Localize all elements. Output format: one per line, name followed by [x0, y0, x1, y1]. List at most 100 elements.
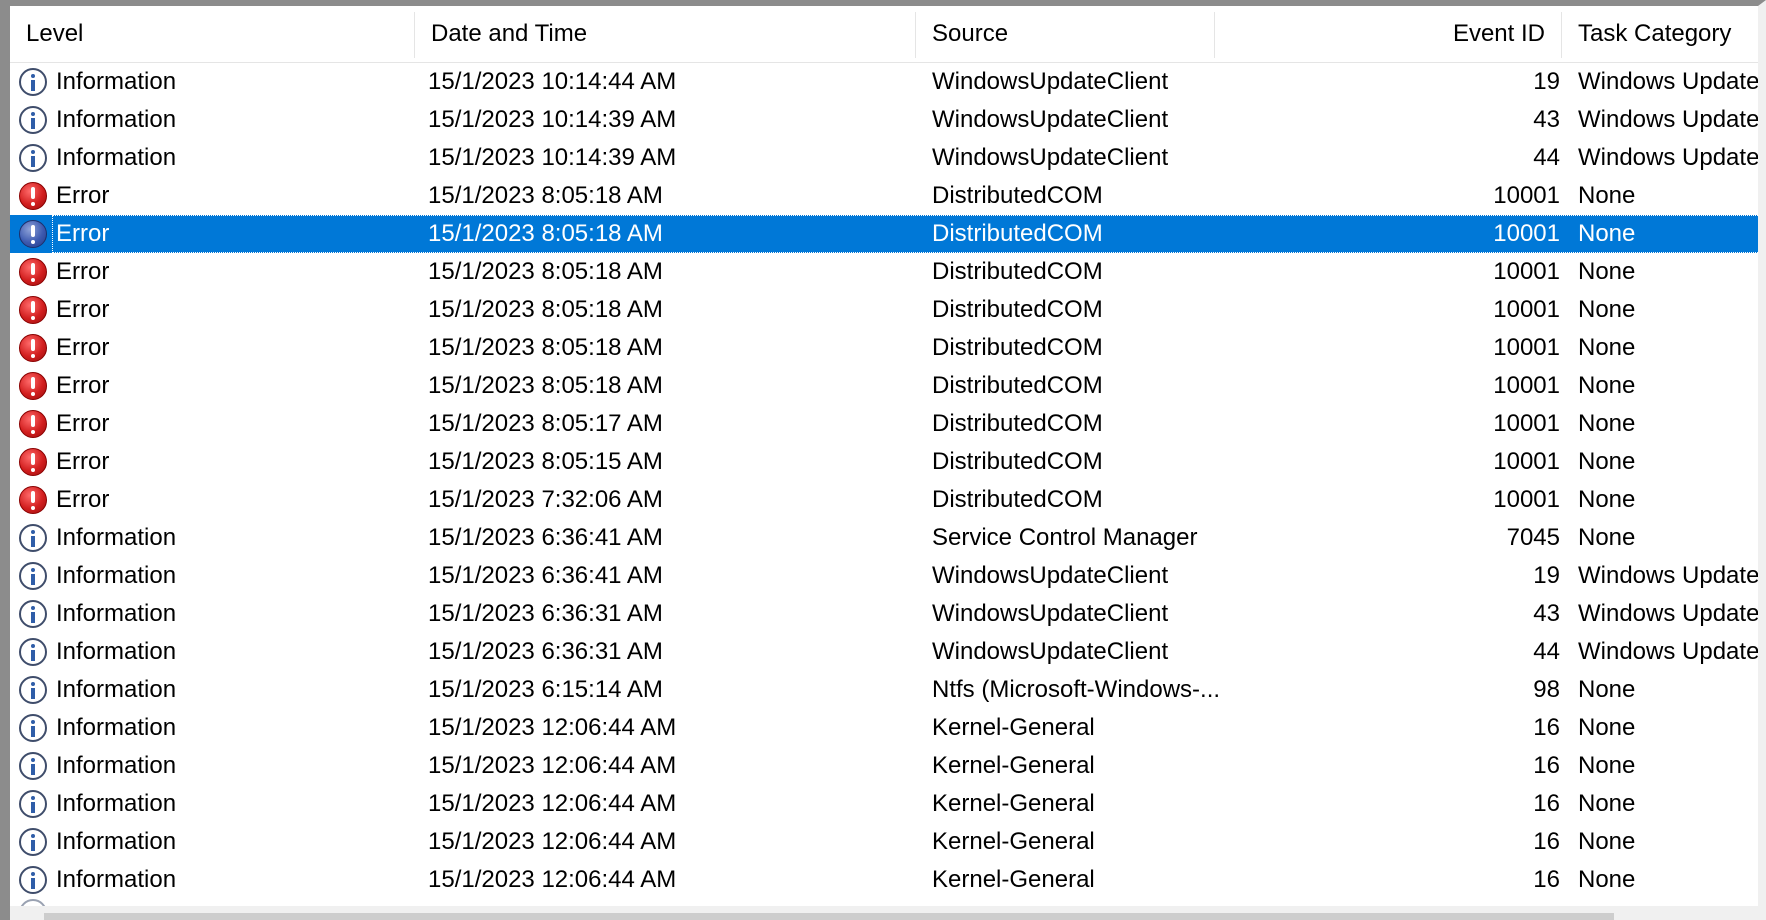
level-cell: Information — [56, 752, 177, 779]
table-row[interactable]: Information 15/1/2023 10:14:39 AM WindowsU… — [10, 139, 1758, 177]
task-category-cell: Windows Update — [1578, 638, 1760, 665]
source-cell: Ntfs (Microsoft-Windows-... — [932, 676, 1221, 703]
date-time-cell: 15/1/2023 10:14:39 AM — [428, 144, 677, 171]
date-time-cell: 15/1/2023 8:05:17 AM — [428, 410, 663, 437]
table-row[interactable]: Information 15/1/2023 10:14:39 AM WindowsU… — [10, 101, 1760, 139]
information-icon — [19, 524, 47, 552]
column-header-source[interactable]: Source — [916, 6, 1214, 62]
date-time-cell: 15/1/2023 6:36:41 AM — [428, 562, 663, 589]
date-time-cell: 15/1/2023 8:05:18 AM — [428, 296, 663, 323]
column-header-date[interactable]: Date and Time — [415, 6, 915, 62]
horizontal-scrollbar[interactable] — [10, 906, 1758, 920]
table-row[interactable]: Information 15/1/2023 6:15:14 AM Ntfs (Mic… — [10, 671, 1758, 709]
error-icon — [19, 220, 47, 248]
event-id-cell: 10001 — [1493, 410, 1560, 437]
source-cell: DistributedCOM — [932, 410, 1103, 437]
table-row[interactable]: Error 15/1/2023 8:05:18 AM DistributedCOM 1… — [10, 367, 1758, 405]
source-cell: DistributedCOM — [932, 296, 1103, 323]
source-cell: WindowsUpdateClient — [932, 68, 1169, 95]
table-row[interactable]: Error 15/1/2023 8:05:18 AM DistributedCOM 1… — [10, 329, 1758, 367]
error-icon — [19, 182, 47, 210]
table-row[interactable]: Information 15/1/2023 12:06:44 AM Kernel-G… — [10, 785, 1758, 823]
level-cell: Information — [56, 714, 177, 741]
error-icon — [19, 372, 47, 400]
information-icon — [19, 68, 47, 96]
date-time-cell: 15/1/2023 8:05:18 AM — [428, 220, 663, 247]
date-time-cell: 15/1/2023 6:15:14 AM — [428, 676, 663, 703]
error-icon — [19, 448, 47, 476]
event-id-cell: 16 — [1533, 866, 1560, 893]
source-cell: DistributedCOM — [932, 182, 1103, 209]
event-id-cell: 19 — [1533, 68, 1560, 95]
column-header-task-category[interactable]: Task Category — [1562, 6, 1758, 62]
event-id-cell: 43 — [1533, 600, 1560, 627]
event-id-cell: 16 — [1533, 790, 1560, 817]
date-time-cell: 15/1/2023 12:06:44 AM — [428, 790, 677, 817]
error-icon — [19, 486, 47, 514]
information-icon — [19, 676, 47, 704]
date-time-cell: 15/1/2023 8:05:15 AM — [428, 448, 663, 475]
task-category-cell: None — [1578, 714, 1636, 741]
table-row[interactable]: Error 15/1/2023 8:05:15 AM DistributedCOM 1… — [10, 443, 1758, 481]
table-row[interactable]: Information 15/1/2023 6:36:41 AM WindowsUp… — [10, 557, 1760, 595]
level-cell: Error — [56, 182, 110, 209]
table-row[interactable]: Error 15/1/2023 8:05:18 AM DistributedCOM 1… — [10, 253, 1758, 291]
source-cell: WindowsUpdateClient — [932, 638, 1169, 665]
table-row[interactable]: Information 15/1/2023 6:36:41 AM Service C… — [10, 519, 1758, 557]
error-icon — [19, 296, 47, 324]
table-row[interactable]: Error 15/1/2023 8:05:18 AM DistributedCOM 1… — [10, 215, 1758, 253]
column-header-bar: Level Date and Time Source Event ID Task… — [10, 6, 1758, 63]
source-cell: WindowsUpdateClient — [932, 600, 1169, 627]
source-cell: WindowsUpdateClient — [932, 144, 1169, 171]
table-row[interactable]: Error 15/1/2023 8:05:17 AM DistributedCOM 1… — [10, 405, 1758, 443]
level-cell: Error — [56, 372, 110, 399]
horizontal-scrollbar-thumb[interactable] — [44, 913, 1614, 920]
event-id-cell: 19 — [1533, 562, 1560, 589]
table-row[interactable]: Error 15/1/2023 7:32:06 AM DistributedCOM 1… — [10, 481, 1758, 519]
task-category-cell: Windows Update — [1578, 562, 1760, 589]
event-id-cell: 98 — [1533, 676, 1560, 703]
event-id-cell: 10001 — [1493, 296, 1560, 323]
table-row[interactable]: Information 15/1/2023 12:06:44 AM Kernel-G… — [10, 709, 1758, 747]
error-icon — [19, 410, 47, 438]
level-cell: Information — [56, 68, 177, 95]
task-category-cell: Windows Update — [1578, 600, 1760, 627]
event-id-cell: 10001 — [1493, 258, 1560, 285]
level-cell: Information — [56, 524, 177, 551]
date-time-cell: 15/1/2023 12:06:44 AM — [428, 828, 677, 855]
event-id-cell: 10001 — [1493, 448, 1560, 475]
date-time-cell: 15/1/2023 8:05:18 AM — [428, 334, 663, 361]
table-row[interactable]: Error 15/1/2023 8:05:18 AM DistributedCOM 1… — [10, 177, 1758, 215]
column-header-event-id[interactable]: Event ID — [1215, 6, 1561, 62]
event-id-cell: 44 — [1533, 638, 1560, 665]
task-category-cell: None — [1578, 676, 1636, 703]
table-row[interactable]: Information 15/1/2023 6:36:31 AM WindowsUp… — [10, 633, 1760, 671]
task-category-cell: Windows Update — [1578, 106, 1760, 133]
source-cell: Kernel-General — [932, 828, 1095, 855]
source-cell: Kernel-General — [932, 866, 1095, 893]
date-time-cell: 15/1/2023 8:05:18 AM — [428, 258, 663, 285]
table-row[interactable]: Information 15/1/2023 12:06:44 AM Kernel-G… — [10, 861, 1758, 899]
table-row[interactable]: Information 15/1/2023 10:14:44 AM WindowsU… — [10, 63, 1758, 101]
date-time-cell: 15/1/2023 10:14:44 AM — [428, 68, 677, 95]
column-header-level[interactable]: Level — [10, 6, 414, 62]
table-row[interactable]: Information 15/1/2023 12:06:44 AM Kernel-G… — [10, 747, 1758, 785]
information-icon — [19, 790, 47, 818]
event-id-cell: 7045 — [1506, 524, 1560, 551]
error-icon — [19, 258, 47, 286]
source-cell: DistributedCOM — [932, 448, 1103, 475]
information-icon — [19, 752, 47, 780]
level-cell: Information — [56, 638, 177, 665]
information-icon — [19, 144, 47, 172]
task-category-cell: None — [1578, 524, 1636, 551]
task-category-cell: None — [1578, 410, 1636, 437]
source-cell: DistributedCOM — [932, 334, 1103, 361]
table-row[interactable]: Information 15/1/2023 12:06:44 AM Kernel-G… — [10, 823, 1758, 861]
level-cell: Information — [56, 144, 177, 171]
information-icon — [19, 866, 47, 894]
task-category-cell: None — [1578, 372, 1636, 399]
table-row[interactable]: Error 15/1/2023 8:05:18 AM DistributedCOM 1… — [10, 291, 1758, 329]
task-category-cell: None — [1578, 752, 1636, 779]
error-icon — [19, 334, 47, 362]
table-row[interactable]: Information 15/1/2023 6:36:31 AM WindowsUp… — [10, 595, 1760, 633]
